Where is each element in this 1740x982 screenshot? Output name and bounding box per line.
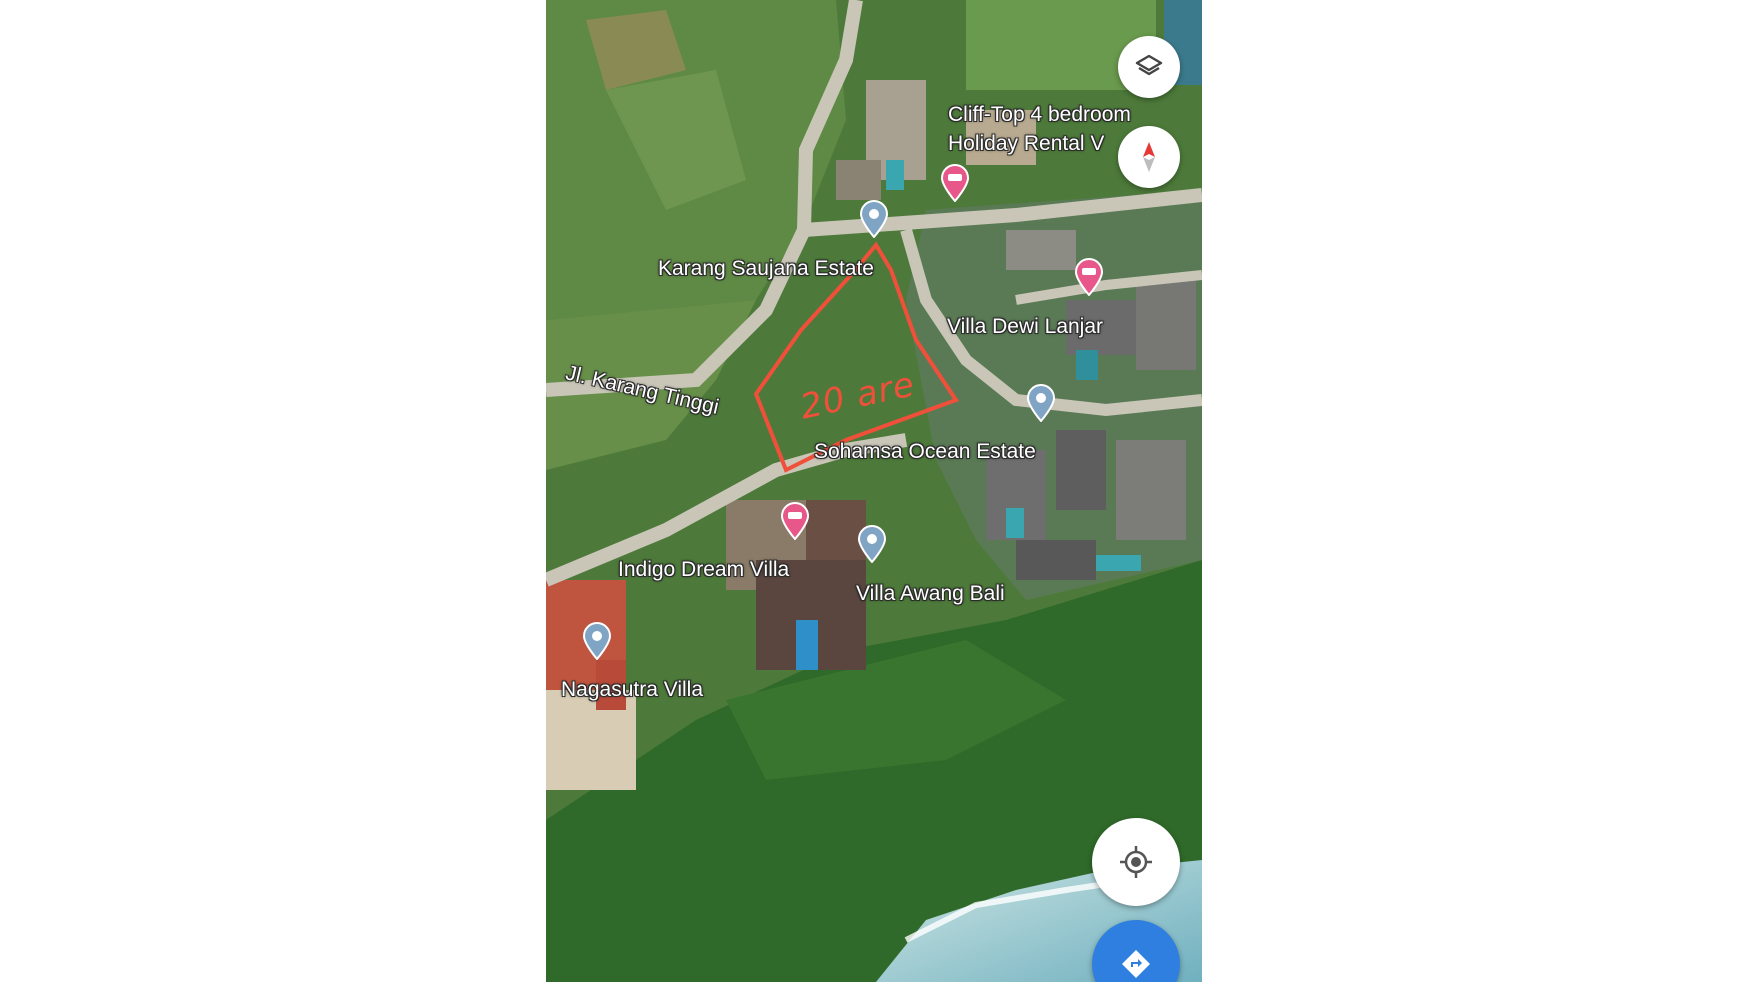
pool	[1076, 350, 1098, 380]
place-label-cliff-top[interactable]: Cliff-Top 4 bedroom	[948, 104, 1131, 125]
place-pin-icon[interactable]	[857, 525, 887, 563]
pool	[1006, 508, 1024, 538]
place-pin-icon[interactable]	[582, 622, 612, 660]
roof	[836, 160, 881, 200]
my-location-button[interactable]	[1092, 818, 1180, 906]
map-viewport[interactable]: 20 are Cliff-Top 4 bedroom Holiday Renta…	[546, 0, 1202, 982]
layers-button[interactable]	[1118, 36, 1180, 98]
roof	[1136, 280, 1196, 370]
place-label-holiday-rental[interactable]: Holiday Rental V	[948, 133, 1104, 154]
hotel-pin-icon[interactable]	[1074, 258, 1104, 296]
roof	[1056, 430, 1106, 510]
compass-icon	[1143, 142, 1155, 172]
place-label-nagasutra[interactable]: Nagasutra Villa	[561, 679, 703, 700]
place-label-karang-saujana[interactable]: Karang Saujana Estate	[658, 258, 874, 279]
place-label-villa-awang-bali[interactable]: Villa Awang Bali	[856, 583, 1005, 604]
roof	[1006, 230, 1076, 270]
place-label-sohamsa[interactable]: Sohamsa Ocean Estate	[814, 441, 1036, 462]
compass-button[interactable]	[1118, 126, 1180, 188]
pool	[1096, 555, 1141, 571]
directions-icon	[1122, 950, 1150, 978]
roof	[1016, 540, 1096, 580]
place-pin-icon[interactable]	[859, 200, 889, 238]
hotel-pin-icon[interactable]	[940, 164, 970, 202]
layers-icon	[1135, 54, 1163, 76]
hotel-pin-icon[interactable]	[780, 502, 810, 540]
my-location-icon	[1120, 846, 1152, 878]
pool	[796, 620, 818, 670]
place-pin-icon[interactable]	[1026, 384, 1056, 422]
place-label-indigo-dream[interactable]: Indigo Dream Villa	[618, 559, 789, 580]
pool	[886, 160, 904, 190]
place-label-villa-dewi-lanjar[interactable]: Villa Dewi Lanjar	[947, 316, 1103, 337]
roof	[1116, 440, 1186, 540]
